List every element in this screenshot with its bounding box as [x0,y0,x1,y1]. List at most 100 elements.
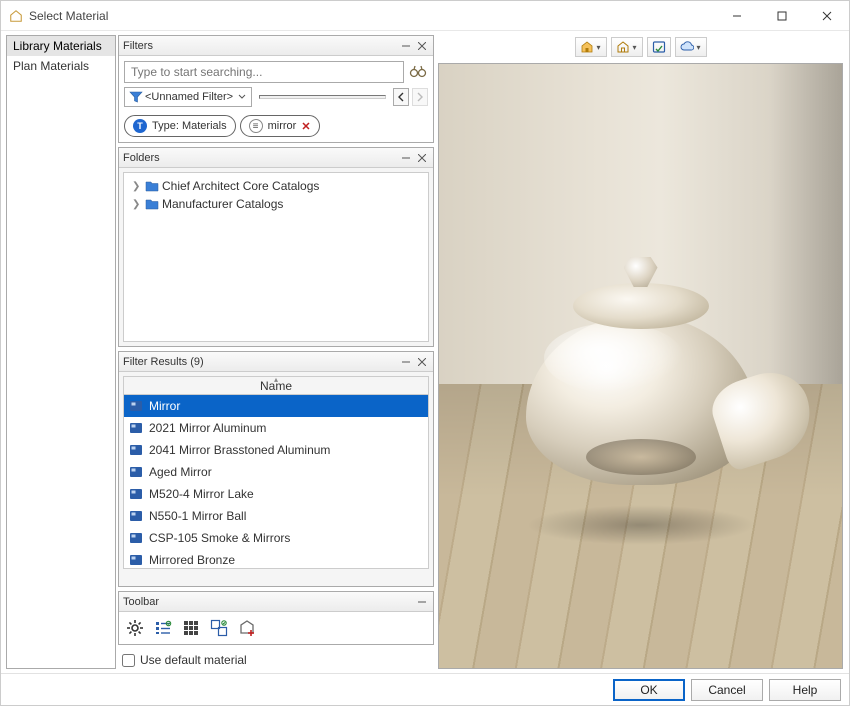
preview-refresh-button[interactable] [647,37,671,57]
result-item[interactable]: N550-1 Mirror Ball [124,505,428,527]
folder-icon [145,179,159,193]
text-icon: ≡ [249,119,263,133]
filter-tag-label: Type: Materials [152,120,227,132]
tree-item[interactable]: ❯ Chief Architect Core Catalogs [128,177,424,195]
filters-panel: Filters <Unnamed Filter> [118,35,434,143]
folders-tree: ❯ Chief Architect Core Catalogs ❯ Manufa… [123,172,429,342]
window-controls [714,1,849,30]
titlebar: Select Material [1,1,849,31]
search-button[interactable] [408,61,428,83]
result-label: Mirror [149,399,180,413]
app-icon [9,9,23,23]
panel-collapse-button[interactable] [399,151,413,165]
result-label: 2041 Mirror Brasstoned Aluminum [149,443,330,457]
panel-collapse-button[interactable] [399,355,413,369]
remove-tag-icon[interactable]: ✕ [301,120,310,133]
filters-title: Filters [123,40,397,52]
default-material-label[interactable]: Use default material [140,653,247,667]
preview-pane: ▾ ▾ ▾ [438,35,843,669]
result-label: M520-4 Mirror Lake [149,487,254,501]
result-label: CSP-105 Smoke & Mirrors [149,531,290,545]
preview-scene-button[interactable]: ▾ [611,37,643,57]
next-filter-button[interactable] [412,88,428,106]
sort-asc-icon: ▴ [274,375,278,384]
material-icon [129,509,143,523]
chevron-down-icon: ▾ [596,43,600,52]
result-label: 2021 Mirror Aluminum [149,421,266,435]
material-icon [129,443,143,457]
filter-select[interactable]: <Unnamed Filter> [124,87,252,107]
preview-object [526,315,756,485]
window-title: Select Material [29,9,714,23]
tree-item[interactable]: ❯ Manufacturer Catalogs [128,195,424,213]
folder-icon [145,197,159,211]
sidebar-item-plan-materials[interactable]: Plan Materials [7,56,115,76]
list-view-button[interactable] [153,618,173,638]
toolbar-panel: Toolbar [118,591,434,645]
filter-slider[interactable] [259,95,386,99]
folders-title: Folders [123,152,397,164]
material-icon [129,421,143,435]
preview-home-button[interactable]: ▾ [575,37,607,57]
add-material-button[interactable] [237,618,257,638]
result-item[interactable]: M520-4 Mirror Lake [124,483,428,505]
tree-item-label: Manufacturer Catalogs [162,197,283,211]
result-label: Aged Mirror [149,465,212,479]
expand-icon[interactable]: ❯ [132,181,142,192]
result-item[interactable]: 2021 Mirror Aluminum [124,417,428,439]
result-item[interactable]: Mirror [124,395,428,417]
settings-button[interactable] [125,618,145,638]
panel-collapse-button[interactable] [415,595,429,609]
panel-close-button[interactable] [415,151,429,165]
default-material-checkbox[interactable] [122,654,135,667]
panel-close-button[interactable] [415,39,429,53]
preview-toolbar: ▾ ▾ ▾ [438,35,843,59]
material-icon [129,465,143,479]
result-label: Mirrored Bronze [149,553,235,567]
results-list: Mirror 2021 Mirror Aluminum 2041 Mirror … [123,394,429,569]
folders-panel: Folders ❯ Chief Architect Core Catalogs … [118,147,434,347]
filter-tag-text[interactable]: ≡ mirror ✕ [240,115,320,137]
minimize-button[interactable] [714,1,759,30]
tree-item-label: Chief Architect Core Catalogs [162,179,319,193]
dialog-button-bar: OK Cancel Help [1,673,849,705]
cancel-button[interactable]: Cancel [691,679,763,701]
source-list: Library Materials Plan Materials [6,35,116,669]
results-column-header[interactable]: ▴ Name [123,376,429,394]
prev-filter-button[interactable] [393,88,409,106]
result-item[interactable]: Mirrored Bronze [124,549,428,569]
help-button[interactable]: Help [769,679,841,701]
panel-close-button[interactable] [415,355,429,369]
expand-icon[interactable]: ❯ [132,199,142,210]
chevron-down-icon [235,90,249,104]
filter-icon [129,90,143,104]
result-item[interactable]: 2041 Mirror Brasstoned Aluminum [124,439,428,461]
search-input[interactable] [124,61,404,83]
panel-collapse-button[interactable] [399,39,413,53]
result-item[interactable]: Aged Mirror [124,461,428,483]
grid-view-button[interactable] [181,618,201,638]
close-button[interactable] [804,1,849,30]
results-panel: Filter Results (9) ▴ Name Mirror 2021 Mi… [118,351,434,587]
result-item[interactable]: CSP-105 Smoke & Mirrors [124,527,428,549]
maximize-button[interactable] [759,1,804,30]
filter-tag-label: mirror [268,120,297,132]
preview-toggle-button[interactable] [209,618,229,638]
material-icon [129,553,143,567]
chevron-down-icon: ▾ [632,43,636,52]
select-material-dialog: Select Material Library Materials Plan M… [0,0,850,706]
result-label: N550-1 Mirror Ball [149,509,246,523]
filter-tag-type[interactable]: T Type: Materials [124,115,236,137]
toolbar-title: Toolbar [123,596,413,608]
default-material-row: Use default material [118,649,434,669]
type-icon: T [133,119,147,133]
ok-button[interactable]: OK [613,679,685,701]
results-title: Filter Results (9) [123,356,397,368]
preview-cloud-button[interactable]: ▾ [675,37,707,57]
material-icon [129,531,143,545]
sidebar-item-library-materials[interactable]: Library Materials [7,36,115,56]
filter-select-label: <Unnamed Filter> [145,91,235,103]
chevron-down-icon: ▾ [696,43,700,52]
preview-viewport[interactable] [438,63,843,669]
material-icon [129,487,143,501]
